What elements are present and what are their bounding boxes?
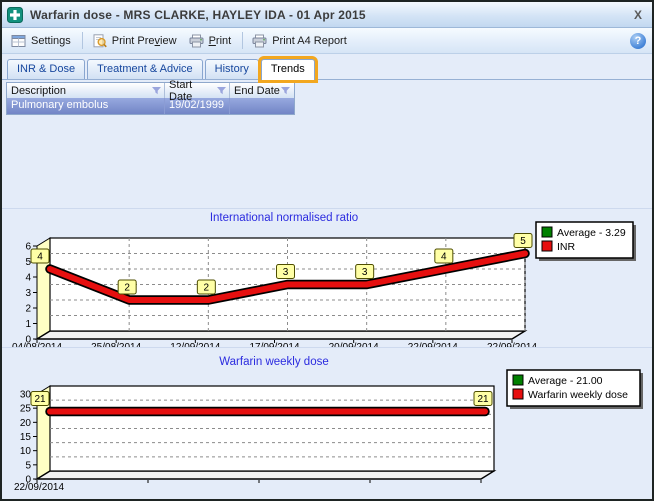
inr-chart-panel: International normalised ratio012345604/… [2, 208, 652, 347]
tab-trends[interactable]: Trends [261, 59, 315, 80]
svg-text:20: 20 [20, 418, 32, 429]
svg-text:21: 21 [477, 394, 489, 405]
column-header-end-date[interactable]: End Date [230, 83, 293, 98]
filter-icon[interactable] [217, 87, 226, 95]
tab-treatment-and-advice[interactable]: Treatment & Advice [87, 59, 203, 79]
cell-start-date: 19/02/1999 [165, 98, 230, 114]
print-button[interactable]: Print [184, 31, 239, 51]
svg-text:1: 1 [25, 319, 31, 330]
tab-history[interactable]: History [205, 59, 259, 79]
inr-trend-chart: International normalised ratio012345604/… [2, 209, 652, 348]
table-row-pulmonary-embolus[interactable]: Pulmonary embolus 19/02/1999 [7, 98, 294, 114]
svg-text:10: 10 [20, 446, 32, 457]
svg-text:Average - 3.29: Average - 3.29 [557, 227, 626, 239]
medical-cross-icon [7, 7, 23, 23]
svg-text:Average - 21.00: Average - 21.00 [528, 375, 603, 387]
svg-text:25: 25 [20, 404, 32, 415]
svg-text:5: 5 [520, 236, 526, 247]
warfarin-dose-window: Warfarin dose - MRS CLARKE, HAYLEY IDA -… [0, 0, 654, 501]
svg-text:4: 4 [25, 273, 31, 284]
title-bar: Warfarin dose - MRS CLARKE, HAYLEY IDA -… [2, 2, 652, 28]
tab-inr-and-dose[interactable]: INR & Dose [7, 59, 85, 79]
svg-text:5: 5 [25, 460, 31, 471]
svg-text:15: 15 [20, 432, 32, 443]
close-button[interactable]: X [632, 8, 644, 22]
svg-text:3: 3 [283, 267, 289, 278]
tab-strip: INR & Dose Treatment & Advice History Tr… [2, 54, 652, 80]
svg-text:30: 30 [20, 390, 32, 401]
print-a4-report-button[interactable]: Print A4 Report [247, 31, 354, 51]
window-title: Warfarin dose - MRS CLARKE, HAYLEY IDA -… [30, 8, 366, 22]
column-header-start-date[interactable]: Start Date [165, 83, 230, 98]
svg-text:Warfarin weekly dose: Warfarin weekly dose [219, 356, 329, 368]
svg-text:Warfarin weekly dose: Warfarin weekly dose [528, 389, 628, 401]
filter-icon[interactable] [281, 87, 290, 95]
print-preview-icon [92, 34, 107, 48]
toolbar-separator [242, 32, 243, 49]
dose-chart-panel: Warfarin weekly dose05101520253022/09/20… [2, 347, 652, 497]
toolbar-separator [82, 32, 83, 49]
conditions-table: Description Start Date End Date Pulmonar… [6, 82, 295, 115]
svg-text:3: 3 [25, 288, 31, 299]
filter-icon[interactable] [152, 87, 161, 95]
cell-end-date [230, 98, 293, 114]
print-preview-button[interactable]: Print Preview [87, 31, 184, 51]
cell-description: Pulmonary embolus [7, 98, 165, 114]
svg-text:2: 2 [25, 304, 31, 315]
settings-icon [11, 34, 26, 48]
svg-text:22/09/2014: 22/09/2014 [14, 482, 64, 493]
svg-text:2: 2 [124, 283, 130, 294]
svg-text:21: 21 [34, 394, 46, 405]
toolbar: Settings Print Preview Print [2, 28, 652, 54]
help-icon[interactable]: ? [630, 33, 646, 49]
printer-icon [252, 34, 267, 48]
svg-text:INR: INR [557, 241, 576, 253]
svg-text:International normalised ratio: International normalised ratio [210, 212, 358, 224]
table-header-row: Description Start Date End Date [7, 83, 294, 98]
svg-text:2: 2 [204, 283, 210, 294]
settings-button[interactable]: Settings [6, 31, 78, 51]
svg-text:4: 4 [37, 252, 43, 263]
column-header-description[interactable]: Description [7, 83, 165, 98]
printer-icon [189, 34, 204, 48]
warfarin-dose-trend-chart: Warfarin weekly dose05101520253022/09/20… [2, 348, 652, 498]
svg-text:3: 3 [362, 267, 368, 278]
svg-text:4: 4 [441, 252, 447, 263]
